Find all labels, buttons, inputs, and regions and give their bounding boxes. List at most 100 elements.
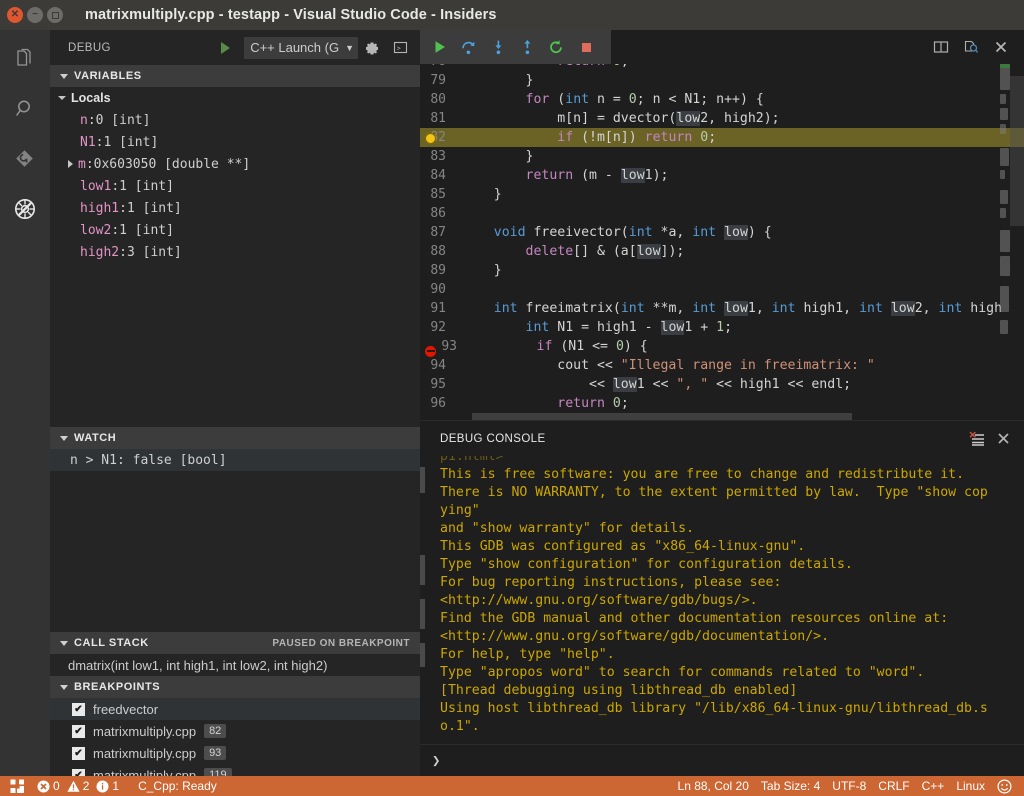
code-lines[interactable]: 78 return 0; 79 } 80 for (int n = 0; n <…	[420, 64, 1024, 420]
line-endings[interactable]: CRLF	[872, 776, 915, 796]
code-line[interactable]: 79 }	[420, 71, 1024, 90]
breakpoint-checkbox[interactable]: ✔	[72, 724, 85, 738]
code-line[interactable]: 96 return 0;	[420, 394, 1024, 413]
variables-title: VARIABLES	[74, 70, 142, 82]
variable-name: low1	[80, 178, 112, 194]
call-stack-frame[interactable]: dmatrix(int low1, int high1, int low2, i…	[50, 654, 420, 676]
source-control-icon[interactable]	[0, 134, 50, 184]
breakpoint-checkbox[interactable]: ✔	[72, 746, 85, 760]
code-line-current[interactable]: 82 if (!m[n]) return 0;	[420, 128, 1024, 147]
code-line[interactable]: 91 int freeimatrix(int **m, int low1, in…	[420, 299, 1024, 318]
code-line[interactable]: 95 << low1 << ", " << high1 << endl;	[420, 375, 1024, 394]
console-scrollbar[interactable]	[420, 467, 425, 727]
variable-row[interactable]: low1: 1 [int]	[50, 175, 420, 197]
chevron-right-icon[interactable]	[68, 160, 73, 168]
problems-status[interactable]: 0 2 1	[31, 776, 132, 796]
breakpoints-section-header[interactable]: BREAKPOINTS	[50, 676, 420, 698]
editor-minimap[interactable]	[1000, 64, 1010, 420]
variables-section-header[interactable]: VARIABLES	[50, 65, 420, 87]
console-line: [Thread debugging using libthread_db ena…	[440, 683, 798, 698]
open-changes-icon[interactable]	[956, 32, 986, 62]
variable-row[interactable]: high1: 1 [int]	[50, 197, 420, 219]
split-editor-icon[interactable]	[926, 32, 956, 62]
variable-row-expandable[interactable]: m: 0x603050 [double **]	[50, 153, 420, 175]
clear-console-icon[interactable]	[964, 426, 990, 452]
minimize-window-button[interactable]: −	[27, 7, 43, 23]
variable-row[interactable]: N1: 1 [int]	[50, 131, 420, 153]
breakpoint-marker-icon[interactable]	[425, 345, 436, 357]
console-line: and "show warranty" for details.	[440, 521, 695, 536]
close-editor-icon[interactable]	[986, 32, 1016, 62]
close-window-button[interactable]: ✕	[7, 7, 23, 23]
breakpoint-row[interactable]: ✔ matrixmultiply.cpp 82	[50, 720, 420, 742]
code-line[interactable]: 87 void freeivector(int *a, int low) {	[420, 223, 1024, 242]
variables-scope-locals[interactable]: Locals	[50, 87, 420, 109]
breakpoint-checkbox[interactable]: ✔	[72, 768, 85, 776]
debug-config-dropdown[interactable]: C++ Launch (G ▼	[244, 36, 358, 59]
platform-indicator[interactable]: Linux	[950, 776, 991, 796]
search-icon[interactable]	[0, 84, 50, 134]
code-line[interactable]: 90	[420, 280, 1024, 299]
explorer-icon[interactable]	[0, 34, 50, 84]
code-line[interactable]: 85 }	[420, 185, 1024, 204]
console-line: p1.html>	[440, 456, 504, 464]
watch-expression-row[interactable]: n > N1: false [bool]	[50, 449, 420, 471]
breakpoint-label: freedvector	[93, 701, 159, 717]
code-line[interactable]: 86	[420, 204, 1024, 223]
step-out-button[interactable]	[516, 34, 540, 60]
breakpoints-title: BREAKPOINTS	[74, 681, 161, 693]
code-line[interactable]: 80 for (int n = 0; n < N1; n++) {	[420, 90, 1024, 109]
start-debugging-icon[interactable]	[221, 41, 231, 54]
line-number: 80	[430, 92, 446, 107]
gear-icon[interactable]	[358, 34, 386, 62]
breakpoint-row[interactable]: ✔ freedvector	[50, 698, 420, 720]
variable-row[interactable]: low2: 1 [int]	[50, 219, 420, 241]
debug-title: DEBUG	[68, 41, 111, 54]
scrollbar-thumb[interactable]	[1010, 76, 1024, 226]
code-line[interactable]: 88 delete[] & (a[low]);	[420, 242, 1024, 261]
breakpoint-row[interactable]: ✔ matrixmultiply.cpp 119	[50, 764, 420, 776]
code-line[interactable]: 94 cout << "Illegal range in freeimatrix…	[420, 356, 1024, 375]
code-line[interactable]: 78 return 0;	[420, 64, 1024, 71]
breakpoint-marker-icon[interactable]	[425, 132, 436, 144]
step-into-button[interactable]	[486, 34, 510, 60]
line-number: 88	[430, 244, 446, 259]
code-line[interactable]: 81 m[n] = dvector(low2, high2);	[420, 109, 1024, 128]
debug-icon[interactable]	[0, 184, 50, 234]
code-line[interactable]: 84 return (m - low1);	[420, 166, 1024, 185]
open-debug-console-icon[interactable]: >_	[386, 34, 414, 62]
remote-indicator[interactable]	[0, 776, 31, 796]
code-line[interactable]: 93 if (N1 <= 0) {	[420, 337, 1024, 357]
tab-size[interactable]: Tab Size: 4	[755, 776, 826, 796]
code-line[interactable]: 92 int N1 = high1 - low1 + 1;	[420, 318, 1024, 337]
variable-row[interactable]: n: 0 [int]	[50, 109, 420, 131]
variable-value: 1 [int]	[119, 178, 174, 194]
stop-button[interactable]	[574, 34, 598, 60]
language-server-status[interactable]: C_Cpp: Ready	[132, 776, 223, 796]
editor-vertical-scrollbar[interactable]	[1010, 64, 1024, 420]
cursor-position[interactable]: Ln 88, Col 20	[672, 776, 755, 796]
code-line[interactable]: 83 }	[420, 147, 1024, 166]
continue-button[interactable]	[428, 34, 452, 60]
step-over-button[interactable]	[457, 34, 481, 60]
breakpoint-row[interactable]: ✔ matrixmultiply.cpp 93	[50, 742, 420, 764]
line-number: 83	[430, 149, 446, 164]
maximize-window-button[interactable]	[47, 7, 63, 23]
feedback-smiley-icon[interactable]	[991, 776, 1024, 796]
variable-row[interactable]: high2: 3 [int]	[50, 241, 420, 263]
watch-section-header[interactable]: WATCH	[50, 427, 420, 449]
breakpoint-checkbox[interactable]: ✔	[72, 702, 85, 716]
console-input-field[interactable]: ❯	[420, 744, 1024, 776]
variable-name: low2	[80, 222, 112, 238]
restart-button[interactable]	[545, 34, 569, 60]
editor-horizontal-scrollbar[interactable]	[472, 413, 852, 420]
close-panel-icon[interactable]	[990, 426, 1016, 452]
language-mode[interactable]: C++	[916, 776, 951, 796]
console-line: o.1".	[440, 719, 480, 734]
console-output[interactable]: p1.html> This is free software: you are …	[420, 456, 1024, 744]
debug-view-header: DEBUG C++ Launch (G ▼ >_	[50, 30, 420, 65]
call-stack-section-header[interactable]: CALL STACK PAUSED ON BREAKPOINT	[50, 632, 420, 654]
error-icon	[37, 780, 50, 793]
encoding[interactable]: UTF-8	[826, 776, 872, 796]
code-line[interactable]: 89 }	[420, 261, 1024, 280]
